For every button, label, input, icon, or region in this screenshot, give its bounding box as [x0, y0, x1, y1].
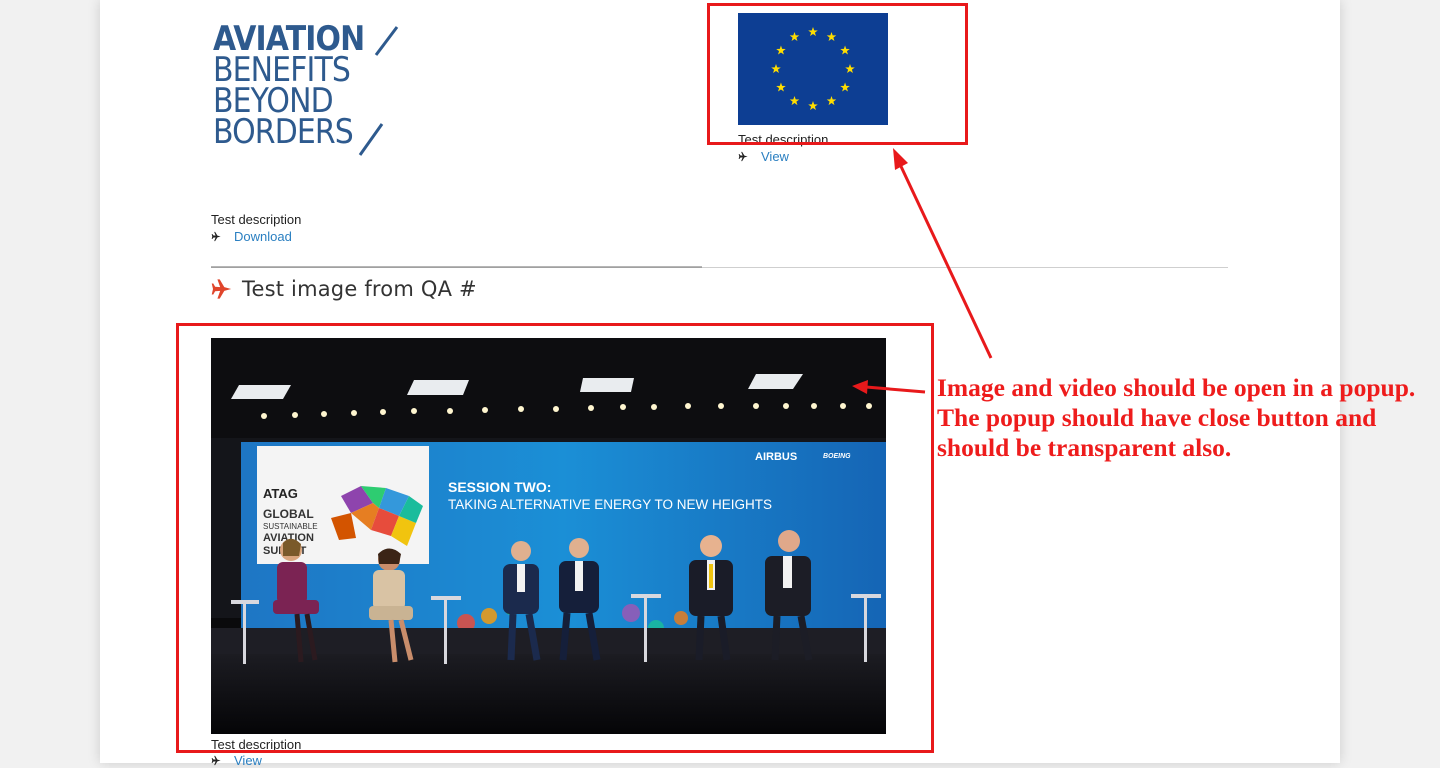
plane-icon — [738, 151, 748, 162]
annotation-note: Image and video should be open in a popu… — [937, 373, 1416, 462]
item-description: Test description — [211, 737, 302, 752]
view-link[interactable]: View — [761, 149, 789, 164]
eu-star-icon — [771, 64, 781, 74]
download-link[interactable]: Download — [234, 229, 292, 244]
eu-star-icon — [840, 45, 850, 55]
view-row: View — [738, 149, 789, 164]
section-divider-accent — [211, 266, 702, 268]
plane-icon — [211, 279, 232, 299]
eu-star-icon — [789, 31, 800, 41]
section-heading: Test image from QA # — [211, 277, 477, 301]
plane-icon — [211, 231, 221, 242]
plane-icon — [211, 755, 221, 766]
view-link[interactable]: View — [234, 753, 262, 768]
eu-star-icon — [776, 82, 786, 92]
svg-text:ATAG: ATAG — [263, 486, 298, 501]
eu-star-icon — [845, 64, 855, 74]
svg-text:TAKING ALTERNATIVE ENERGY TO N: TAKING ALTERNATIVE ENERGY TO NEW HEIGHTS — [448, 497, 772, 512]
eu-star-icon — [826, 31, 837, 41]
star-ring-icon — [771, 27, 855, 111]
logo-slash-icon — [358, 26, 399, 156]
svg-text:SESSION TWO:: SESSION TWO: — [448, 479, 551, 495]
eu-star-icon — [808, 101, 818, 111]
aviation-benefits-logo: AVIATION BENEFITS BEYOND BORDERS — [213, 22, 403, 159]
conference-photo[interactable]: ATAG GLOBAL SUSTAINABLE AVIATION SUMMIT … — [211, 338, 886, 734]
item-description: Test description — [738, 132, 829, 147]
download-row: Download — [211, 229, 292, 244]
conference-scene: ATAG GLOBAL SUSTAINABLE AVIATION SUMMIT … — [211, 338, 886, 734]
eu-star-icon — [789, 96, 800, 106]
svg-text:SUSTAINABLE: SUSTAINABLE — [263, 522, 318, 531]
eu-star-icon — [826, 96, 837, 106]
item-description: Test description — [211, 212, 302, 227]
eu-flag-image[interactable] — [738, 13, 888, 125]
svg-text:AIRBUS: AIRBUS — [755, 451, 797, 463]
section-title: Test image from QA # — [242, 277, 477, 301]
svg-text:BOEING: BOEING — [823, 453, 851, 460]
view-row: View — [211, 753, 262, 768]
svg-text:GLOBAL: GLOBAL — [263, 507, 314, 521]
eu-star-icon — [840, 82, 850, 92]
eu-star-icon — [776, 45, 786, 55]
eu-star-icon — [808, 27, 818, 37]
